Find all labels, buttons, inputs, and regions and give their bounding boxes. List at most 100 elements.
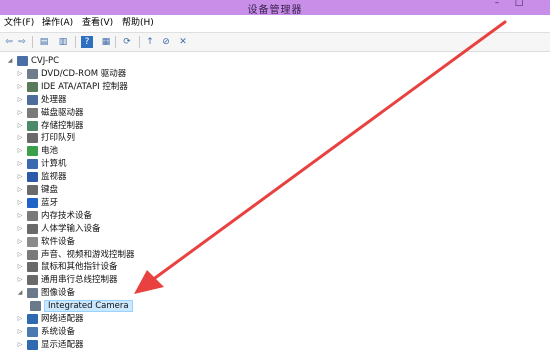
console-tree-icon[interactable]: ▦: [100, 36, 112, 48]
tree-category-item[interactable]: ▷ IDE ATA/ATAPI 控制器: [16, 81, 128, 93]
tree-category-item[interactable]: ◢ 图像设备: [16, 287, 75, 299]
tree-item-label: 软件设备: [41, 236, 76, 247]
tree-item-label: 内存技术设备: [41, 210, 93, 221]
tree-category-item[interactable]: ▷ 处理器: [16, 94, 67, 106]
tree-category-item[interactable]: ▷ 软件设备: [16, 236, 75, 248]
battery-icon: [27, 146, 38, 157]
menu-bar: 文件(F) 操作(A) 查看(V) 帮助(H): [0, 15, 550, 33]
display-adapter-icon: [27, 339, 38, 350]
expand-icon[interactable]: ▷: [16, 69, 24, 79]
keyboard-icon: [27, 185, 38, 195]
document-icon[interactable]: ▥: [57, 36, 69, 48]
expand-icon[interactable]: ▷: [16, 121, 24, 131]
expand-icon[interactable]: ▷: [16, 82, 24, 92]
storage-controller-icon: [27, 120, 38, 131]
hid-icon: [27, 223, 38, 234]
forward-arrow-icon[interactable]: ⇨: [16, 36, 28, 48]
collapse-icon[interactable]: ◢: [16, 288, 24, 298]
tree-item-label: 计算机: [41, 159, 67, 170]
expand-icon[interactable]: ▷: [16, 237, 24, 247]
menu-action[interactable]: 操作(A): [40, 17, 75, 30]
uninstall-icon[interactable]: ✕: [177, 36, 189, 48]
tree-item-label: 监视器: [41, 172, 67, 183]
software-device-icon: [27, 236, 38, 247]
sound-icon: [27, 249, 38, 260]
window-title: 设备管理器: [247, 5, 303, 16]
tree-category-item[interactable]: ▷ 系统设备: [16, 326, 75, 338]
expand-icon[interactable]: ▷: [16, 327, 24, 337]
expand-icon[interactable]: ▷: [16, 250, 24, 260]
update-driver-icon[interactable]: ↑: [144, 36, 156, 48]
tree-item-label: 存储控制器: [41, 120, 84, 131]
tree-category-item[interactable]: ▷ 存储控制器: [16, 120, 84, 132]
tree-item-label: 通用串行总线控制器: [41, 275, 118, 286]
expand-icon[interactable]: ▷: [16, 224, 24, 234]
tree-item-label: 电池: [41, 146, 59, 157]
tree-item-label: 磁盘驱动器: [41, 107, 84, 118]
tree-item-label: DVD/CD-ROM 驱动器: [41, 68, 127, 79]
expand-icon[interactable]: ▷: [16, 146, 24, 156]
expand-icon[interactable]: ▷: [16, 262, 24, 272]
computer-icon: [17, 56, 28, 66]
monitor-icon: [27, 172, 38, 183]
network-adapter-icon: [27, 314, 38, 324]
help-icon[interactable]: ?: [81, 36, 93, 48]
expand-icon[interactable]: ▷: [16, 275, 24, 285]
tree-category-item[interactable]: ▷ 打印队列: [16, 132, 75, 144]
expand-icon[interactable]: ▷: [16, 95, 24, 105]
expand-icon[interactable]: ▷: [16, 172, 24, 182]
disable-device-icon[interactable]: ⊘: [160, 36, 172, 48]
tree-root-label: CVJ-PC: [31, 56, 60, 66]
back-arrow-icon[interactable]: ⇦: [3, 36, 15, 48]
mouse-icon: [27, 262, 38, 273]
tree-category-item[interactable]: ▷ 通用串行总线控制器: [16, 274, 118, 286]
ide-controller-icon: [27, 81, 38, 92]
tree-category-item[interactable]: ▷ 内存技术设备: [16, 210, 92, 222]
printer-icon: [27, 133, 38, 144]
tree-item-label: 人体学输入设备: [41, 223, 101, 234]
maximize-button[interactable]: □: [510, 0, 528, 8]
tree-item-label: 图像设备: [41, 288, 76, 299]
tree-item-label: 打印队列: [41, 133, 76, 144]
tree-category-item[interactable]: ▷ 人体学输入设备: [16, 223, 101, 235]
tree-category-item[interactable]: ▷ 蓝牙: [16, 197, 58, 209]
properties-panel-icon[interactable]: ▤: [38, 36, 50, 48]
toolbar-separator: [115, 36, 116, 48]
tree-category-item[interactable]: ▷ 声音、视频和游戏控制器: [16, 249, 135, 261]
tree-device-item[interactable]: Integrated Camera: [30, 300, 133, 313]
system-device-icon: [27, 326, 38, 337]
tree-category-item[interactable]: ▷ 计算机: [16, 158, 67, 170]
tree-category-item[interactable]: ▷ 网络适配器: [16, 313, 84, 325]
title-bar: 设备管理器 – □: [0, 0, 550, 16]
tree-category-item[interactable]: ▷ 磁盘驱动器: [16, 107, 84, 119]
disk-drive-icon: [27, 107, 38, 118]
tree-item-label: 声音、视频和游戏控制器: [41, 249, 135, 260]
tree-item-label: 蓝牙: [41, 197, 59, 208]
scan-hardware-icon[interactable]: ⟳: [121, 36, 133, 48]
bluetooth-icon: [27, 197, 38, 208]
processor-icon: [27, 94, 38, 105]
menu-help[interactable]: 帮助(H): [120, 17, 156, 30]
tree-category-item[interactable]: ▷ 显示适配器: [16, 339, 84, 351]
menu-view[interactable]: 查看(V): [80, 17, 115, 30]
expand-icon[interactable]: ▷: [16, 211, 24, 221]
expand-icon[interactable]: ▷: [16, 185, 24, 195]
minimize-button[interactable]: –: [488, 0, 506, 8]
memory-device-icon: [27, 210, 38, 221]
expand-icon[interactable]: ▷: [16, 108, 24, 118]
expand-icon[interactable]: ▷: [16, 340, 24, 350]
collapse-icon[interactable]: ◢: [6, 56, 14, 66]
tree-category-item[interactable]: ▷ DVD/CD-ROM 驱动器: [16, 68, 126, 80]
expand-icon[interactable]: ▷: [16, 159, 24, 169]
tree-category-item[interactable]: ▷ 监视器: [16, 171, 67, 183]
tree-item-label: 处理器: [41, 94, 67, 105]
expand-icon[interactable]: ▷: [16, 133, 24, 143]
tree-category-item[interactable]: ▷ 电池: [16, 145, 58, 157]
tree-root-cvj-pc[interactable]: ◢ CVJ-PC: [6, 55, 59, 67]
expand-icon[interactable]: ▷: [16, 314, 24, 324]
menu-file[interactable]: 文件(F): [2, 17, 36, 30]
tree-item-label: 显示适配器: [41, 339, 84, 350]
tree-category-item[interactable]: ▷ 鼠标和其他指针设备: [16, 261, 118, 273]
tree-category-item[interactable]: ▷ 键盘: [16, 184, 58, 196]
expand-icon[interactable]: ▷: [16, 198, 24, 208]
